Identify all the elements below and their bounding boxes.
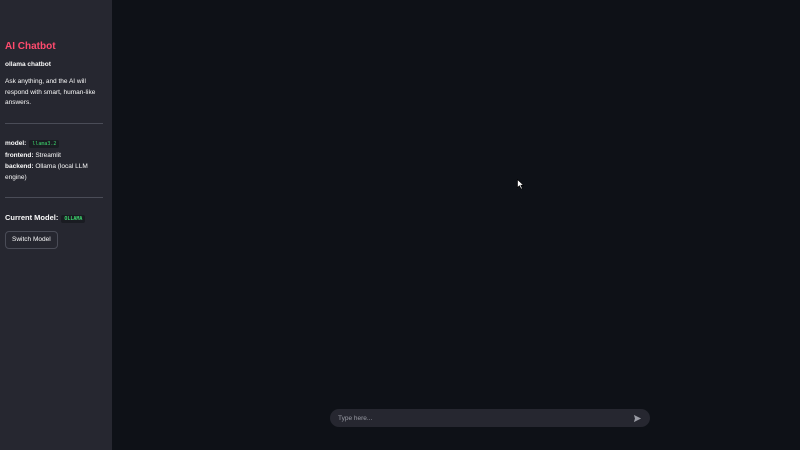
backend-label: backend:	[5, 162, 34, 170]
sidebar-divider-1	[5, 122, 103, 124]
chat-input[interactable]	[338, 414, 633, 422]
model-info-row: model: llama3.2	[5, 138, 107, 150]
switch-model-button[interactable]: Switch Model	[5, 230, 58, 249]
sidebar-title: AI Chatbot	[5, 41, 56, 52]
current-model-label: Current Model:	[5, 212, 59, 222]
current-model-row: Current Model: OLLAMA	[5, 212, 107, 225]
chat-input-container[interactable]	[330, 409, 650, 427]
model-value-code: llama3.2	[29, 139, 60, 148]
backend-info-row: backend: Ollama (local LLM engine)	[5, 161, 107, 183]
app-info: model: llama3.2 frontend: Streamlit backe…	[5, 138, 107, 183]
mouse-pointer-icon	[517, 177, 525, 190]
current-model-value: OLLAMA	[61, 214, 86, 223]
main-area	[112, 0, 800, 450]
sidebar-divider-2	[5, 196, 103, 198]
frontend-value: Streamlit	[35, 151, 61, 159]
sidebar: AI Chatbot ollama chatbot Ask anything, …	[0, 0, 112, 450]
sidebar-subtitle: ollama chatbot	[5, 61, 51, 68]
frontend-label: frontend:	[5, 151, 34, 159]
frontend-info-row: frontend: Streamlit	[5, 150, 107, 161]
model-label: model:	[5, 139, 27, 147]
send-icon[interactable]	[633, 414, 642, 423]
sidebar-description: Ask anything, and the AI will respond wi…	[5, 78, 96, 106]
app-root: AI Chatbot ollama chatbot Ask anything, …	[0, 0, 800, 450]
